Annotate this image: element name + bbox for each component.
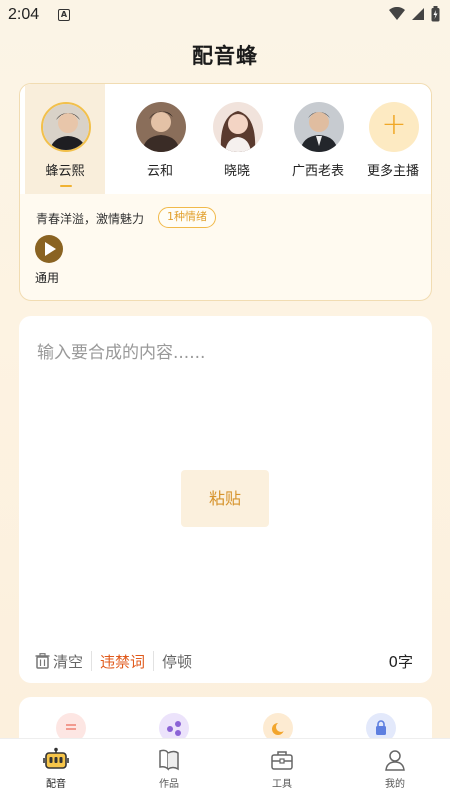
banned-words-button[interactable]: 违禁词 [92,651,153,672]
editor-toolbar: 清空 违禁词 停顿 [35,649,200,673]
more-voices-label: 更多主播 [366,164,419,179]
trash-icon [35,653,50,669]
clear-button[interactable]: 清空 [35,651,91,672]
status-bar: 2:04 A [0,0,450,32]
battery-icon [431,6,440,22]
nav-item-dubbing[interactable]: 配音 [26,747,86,790]
selected-indicator [60,185,72,187]
avatar [41,102,91,152]
char-count: 0字 [388,653,413,671]
style-label: 通用 [35,271,60,285]
voice-item-xiaoxiao[interactable]: 晓晓 [197,84,277,194]
voice-name: 晓晓 [223,164,250,179]
avatar [294,102,344,152]
nav-item-tools[interactable]: 工具 [252,747,312,790]
text-input[interactable]: 输入要合成的内容...... [37,338,205,363]
text-editor-card[interactable]: 输入要合成的内容...... 粘贴 清空 违禁词 停顿 0字 [19,316,432,683]
voice-name: 蜂云熙 [45,164,85,179]
pause-label: 停顿 [162,652,193,671]
nav-label: 配音 [46,779,66,790]
nav-item-mine[interactable]: 我的 [365,747,425,790]
wifi-icon [389,7,405,20]
play-button[interactable] [35,235,63,263]
works-icon [159,749,179,771]
toolbox-icon [271,751,293,770]
nav-label: 工具 [272,779,292,790]
avatar [136,102,186,152]
bottom-nav: 配音 作品 工具 我的 [0,738,450,800]
pause-button[interactable]: 停顿 [154,651,200,672]
app-title: 配音蜂 [192,44,258,68]
status-icons [389,6,440,22]
voice-name: 云和 [146,164,173,179]
nav-label: 我的 [385,779,405,790]
signal-icon [412,8,424,20]
voice-item-guangxi-laobiao[interactable]: 广西老表 [278,84,358,194]
voice-description: 青春洋溢，激情魅力 [36,212,145,226]
voice-item-yunhe[interactable]: 云和 [120,84,200,194]
nav-item-works[interactable]: 作品 [139,747,199,790]
voice-name: 广西老表 [291,164,344,179]
nav-label: 作品 [159,779,179,790]
voice-item-fengyunxi[interactable]: 蜂云熙 [25,84,105,194]
banned-words-label: 违禁词 [100,652,146,671]
robot-icon [43,747,69,769]
notification-icon: A [58,9,70,21]
avatar [213,102,263,152]
clear-label: 清空 [53,652,84,671]
voice-list: 蜂云熙 云和 晓晓 广西老表 + 更多主播 [20,84,431,194]
user-icon [385,750,405,771]
play-icon [45,242,56,256]
plus-icon: + [369,102,419,152]
voice-card: 蜂云熙 云和 晓晓 广西老表 + 更多主播 青春洋溢，激情魅力 1种情绪 通用 [19,83,432,301]
status-time: 2:04 [8,6,40,23]
paste-button[interactable]: 粘贴 [181,470,269,527]
emotion-badge[interactable]: 1种情绪 [158,207,216,228]
more-voices-button[interactable]: + 更多主播 [353,84,431,194]
